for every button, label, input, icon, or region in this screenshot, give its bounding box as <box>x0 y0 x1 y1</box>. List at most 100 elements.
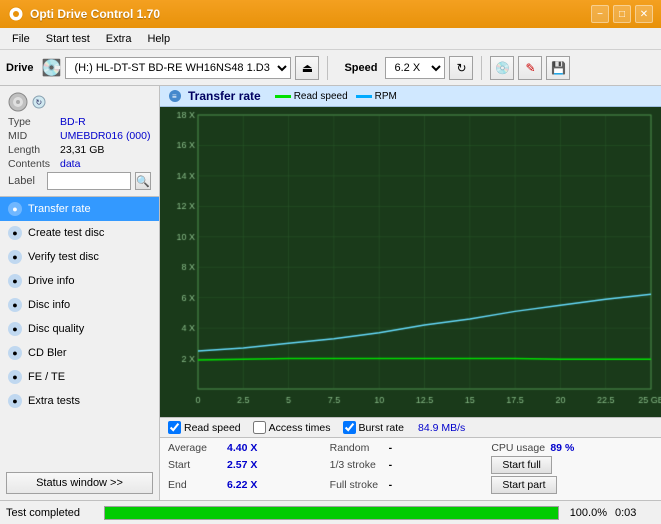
disc-quality-icon: ● <box>8 322 22 336</box>
disc-mid-row: MID UMEBDR016 (000) <box>8 130 151 142</box>
chart-title: Transfer rate <box>188 89 261 103</box>
checkbox-burst-rate[interactable]: Burst rate <box>343 421 405 434</box>
stat-end-val: 6.22 X <box>227 479 257 491</box>
legend-rpm: RPM <box>356 91 397 102</box>
speed-selector[interactable]: 6.2 X <box>385 57 445 79</box>
close-button[interactable]: ✕ <box>635 5 653 23</box>
disc-type-val: BD-R <box>60 116 86 128</box>
eject-button[interactable]: ⏏ <box>295 56 319 80</box>
disc-info-icon: ● <box>8 298 22 312</box>
sidebar-label-cd-bler: CD Bler <box>28 347 67 359</box>
start-part-button[interactable]: Start part <box>491 476 556 494</box>
save-button[interactable]: 💾 <box>546 56 570 80</box>
sidebar-label-disc-quality: Disc quality <box>28 323 84 335</box>
sidebar-label-transfer-rate: Transfer rate <box>28 203 91 215</box>
stat-start-full-cell: Start full <box>491 456 653 474</box>
sidebar-label-create-test-disc: Create test disc <box>28 227 104 239</box>
disc-contents-val: data <box>60 158 80 170</box>
sidebar-item-drive-info[interactable]: ●Drive info <box>0 269 159 293</box>
drive-icon: 💽 <box>42 58 62 78</box>
status-window-button[interactable]: Status window >> <box>6 472 153 494</box>
disc-length-key: Length <box>8 144 60 156</box>
minimize-button[interactable]: − <box>591 5 609 23</box>
menu-file[interactable]: File <box>4 31 38 47</box>
sidebar-item-transfer-rate[interactable]: ● Transfer rate <box>0 197 159 221</box>
stat-start: Start 2.57 X <box>168 459 330 471</box>
create-test-disc-icon: ● <box>8 226 22 240</box>
drive-selector[interactable]: (H:) HL-DT-ST BD-RE WH16NS48 1.D3 <box>65 57 291 79</box>
disc-mid-val: UMEBDR016 (000) <box>60 130 150 142</box>
checkbox-access-times-input[interactable] <box>253 421 266 434</box>
menu-start-test[interactable]: Start test <box>38 31 98 47</box>
stat-random-val: - <box>389 442 393 454</box>
disc-panel: ↻ Type BD-R MID UMEBDR016 (000) Length 2… <box>0 86 159 197</box>
stat-average-val: 4.40 X <box>227 442 257 454</box>
chart-legend: Read speed RPM <box>275 91 397 102</box>
nav-items: ●Transfer rate●Create test disc●Verify t… <box>0 197 159 466</box>
checkbox-burst-rate-input[interactable] <box>343 421 356 434</box>
toolbar-sep-1 <box>327 56 328 80</box>
legend-read-label: Read speed <box>294 91 348 102</box>
disc-header: ↻ <box>8 92 151 112</box>
stat-full-stroke-key: Full stroke <box>330 479 385 491</box>
stat-cpu: CPU usage 89 % <box>491 442 653 454</box>
sidebar-label-fe-te: FE / TE <box>28 371 65 383</box>
legend-read-color <box>275 95 291 98</box>
disc-type-row: Type BD-R <box>8 116 151 128</box>
checkbox-burst-rate-label: Burst rate <box>359 422 405 434</box>
cd-bler-icon: ● <box>8 346 22 360</box>
transfer-rate-icon: ● <box>8 202 22 216</box>
sidebar-item-disc-info[interactable]: ● Disc info <box>0 293 159 317</box>
stat-full-stroke: Full stroke - <box>330 479 492 491</box>
sidebar-item-disc-quality[interactable]: ● Disc quality <box>0 317 159 341</box>
main-container: ↻ Type BD-R MID UMEBDR016 (000) Length 2… <box>0 86 661 500</box>
refresh-button[interactable]: ↻ <box>449 56 473 80</box>
sidebar-label-disc-info: Disc info <box>28 299 70 311</box>
fe-te-icon: ● <box>8 370 22 384</box>
disc-label-btn[interactable]: 🔍 <box>135 172 151 190</box>
menubar: File Start test Extra Help <box>0 28 661 50</box>
extra-tests-icon: ● <box>8 394 22 408</box>
checkbox-access-times[interactable]: Access times <box>253 421 331 434</box>
stat-average-key: Average <box>168 442 223 454</box>
disc-length-row: Length 23,31 GB <box>8 144 151 156</box>
sidebar-item-create-test-disc[interactable]: ● Create test disc <box>0 221 159 245</box>
checkbox-read-speed-input[interactable] <box>168 421 181 434</box>
content-area: ≡ Transfer rate Read speed RPM R <box>160 86 661 500</box>
disc-icon <box>8 92 28 112</box>
time-value: 0:03 <box>615 507 655 519</box>
progress-pct: 100.0% <box>567 507 607 519</box>
start-full-button[interactable]: Start full <box>491 456 552 474</box>
refresh-small-icon[interactable]: ↻ <box>32 95 46 109</box>
write-button[interactable]: ✎ <box>518 56 542 80</box>
app-icon <box>8 6 24 22</box>
sidebar-item-fe-te[interactable]: ● FE / TE <box>0 365 159 389</box>
disc-mid-key: MID <box>8 130 60 142</box>
checkbox-read-speed[interactable]: Read speed <box>168 421 241 434</box>
menu-extra[interactable]: Extra <box>98 31 140 47</box>
sidebar: ↻ Type BD-R MID UMEBDR016 (000) Length 2… <box>0 86 160 500</box>
sidebar-label-extra-tests: Extra tests <box>28 395 80 407</box>
sidebar-item-extra-tests[interactable]: ● Extra tests <box>0 389 159 413</box>
stat-end-key: End <box>168 479 223 491</box>
checkbox-access-times-label: Access times <box>269 422 331 434</box>
maximize-button[interactable]: □ <box>613 5 631 23</box>
disc-contents-key: Contents <box>8 158 60 170</box>
stat-random-key: Random <box>330 442 385 454</box>
menu-help[interactable]: Help <box>139 31 178 47</box>
sidebar-item-verify-test-disc[interactable]: ●Verify test disc <box>0 245 159 269</box>
sidebar-label-verify-test-disc: Verify test disc <box>28 251 99 263</box>
stat-1-3-stroke: 1/3 stroke - <box>330 459 492 471</box>
stat-average: Average 4.40 X <box>168 442 330 454</box>
statusbar: Test completed 100.0% 0:03 <box>0 500 661 524</box>
legend-rpm-label: RPM <box>375 91 397 102</box>
disc-button[interactable]: 💿 <box>490 56 514 80</box>
sidebar-label-drive-info: Drive info <box>28 275 74 287</box>
svg-text:↻: ↻ <box>36 98 43 107</box>
disc-type-key: Type <box>8 116 60 128</box>
disc-contents-row: Contents data <box>8 158 151 170</box>
chart-controls: Read speed Access times Burst rate 84.9 … <box>160 417 661 437</box>
chart-container <box>160 107 661 417</box>
disc-label-input[interactable] <box>47 172 131 190</box>
sidebar-item-cd-bler[interactable]: ● CD Bler <box>0 341 159 365</box>
